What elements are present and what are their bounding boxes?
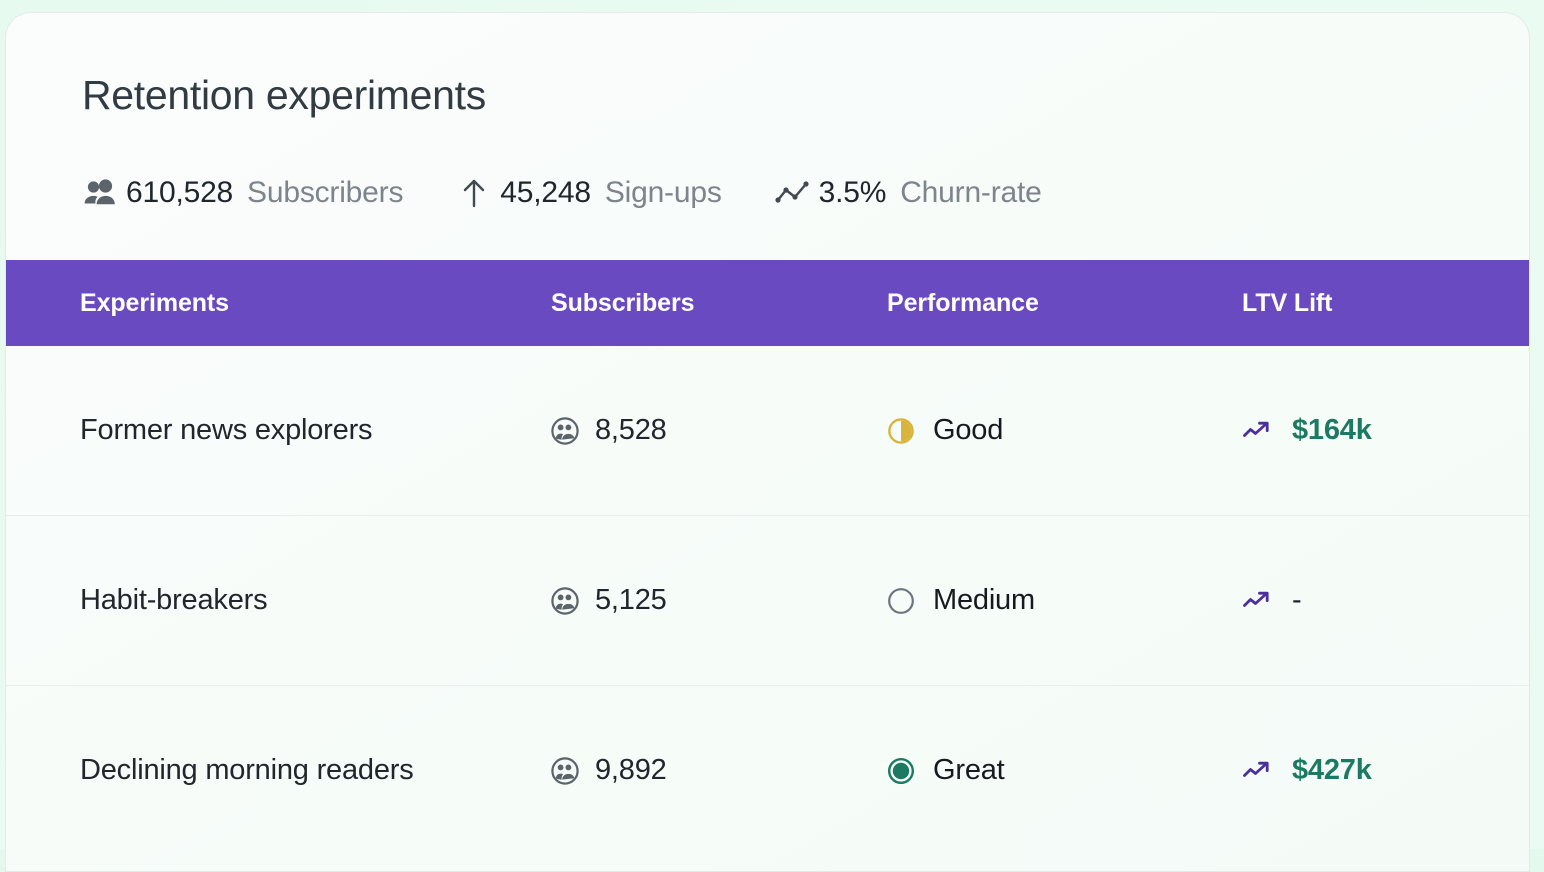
page-background: Retention experiments 610,528 Subscriber… [0, 0, 1544, 849]
filled-ring-circle-icon [887, 757, 915, 785]
empty-circle-icon [887, 587, 915, 615]
retention-experiments-card: Retention experiments 610,528 Subscriber… [5, 12, 1530, 872]
cell-subscribers-value: 8,528 [595, 414, 667, 447]
trend-line-icon [775, 176, 811, 210]
table-row[interactable]: Declining morning readers 9 [6, 686, 1529, 855]
column-header-performance[interactable]: Performance [887, 289, 1242, 318]
cell-ltv-value: $164k [1292, 414, 1372, 447]
trending-up-icon [1242, 759, 1272, 783]
cell-performance: Medium [887, 584, 1242, 617]
summary-stats: 610,528 Subscribers 45,248 Sign-ups [82, 173, 1529, 213]
cell-ltv-lift: $427k [1242, 754, 1527, 787]
cell-subscribers-value: 5,125 [595, 584, 667, 617]
cell-experiment-name: Habit-breakers [6, 584, 551, 617]
cell-performance-label: Good [933, 414, 1003, 447]
cell-performance: Great [887, 754, 1242, 787]
cell-ltv-value: - [1292, 584, 1301, 617]
stat-value: 3.5% [819, 176, 887, 210]
cell-ltv-lift: $164k [1242, 414, 1527, 447]
cell-subscribers-value: 9,892 [595, 754, 667, 787]
cell-experiment-name: Former news explorers [6, 414, 551, 447]
arrow-up-icon [456, 176, 492, 210]
cell-ltv-value: $427k [1292, 754, 1372, 787]
card-header: Retention experiments 610,528 Subscriber… [6, 13, 1529, 213]
cell-experiment-name: Declining morning readers [6, 754, 551, 787]
column-header-ltv-lift[interactable]: LTV Lift [1242, 289, 1527, 318]
trending-up-icon [1242, 589, 1272, 613]
stat-churn-rate: 3.5% Churn-rate [775, 176, 1042, 210]
table-header-row: Experiments Subscribers Performance LTV … [6, 260, 1529, 346]
stat-label: Sign-ups [605, 176, 722, 210]
cell-performance: Good [887, 414, 1242, 447]
column-header-experiments[interactable]: Experiments [6, 289, 551, 318]
stat-subscribers: 610,528 Subscribers [82, 176, 403, 210]
cell-subscribers: 9,892 [551, 754, 887, 787]
cell-subscribers: 5,125 [551, 584, 887, 617]
cell-ltv-lift: - [1242, 584, 1527, 617]
experiments-table: Experiments Subscribers Performance LTV … [6, 260, 1529, 855]
cell-performance-label: Great [933, 754, 1005, 787]
trending-up-icon [1242, 419, 1272, 443]
stat-signups: 45,248 Sign-ups [456, 176, 721, 210]
stat-value: 45,248 [500, 176, 591, 210]
stat-label: Churn-rate [900, 176, 1041, 210]
page-title: Retention experiments [82, 75, 1529, 116]
half-filled-circle-icon [887, 417, 915, 445]
table-row[interactable]: Former news explorers 8,528 [6, 346, 1529, 516]
stat-label: Subscribers [247, 176, 403, 210]
cell-subscribers: 8,528 [551, 414, 887, 447]
people-circle-icon [551, 417, 579, 445]
people-circle-icon [551, 757, 579, 785]
column-header-subscribers[interactable]: Subscribers [551, 289, 887, 318]
people-group-icon [82, 176, 118, 210]
stat-value: 610,528 [126, 176, 233, 210]
cell-performance-label: Medium [933, 584, 1035, 617]
table-row[interactable]: Habit-breakers 5,125 [6, 516, 1529, 686]
people-circle-icon [551, 587, 579, 615]
